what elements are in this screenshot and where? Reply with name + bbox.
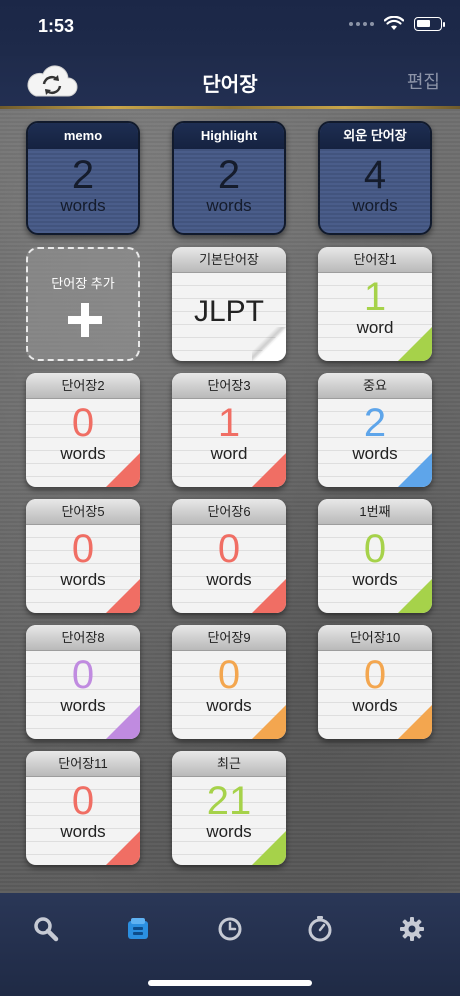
tile-content: JLPT [193,295,265,328]
tile-unit: word [210,444,248,463]
battery-icon [414,17,445,31]
tile-unit: words [60,822,106,841]
tile-unit: words [60,444,106,463]
word-list-grid: memo 2 words Highlight 2 words 외운 단어장 4 … [26,121,432,865]
tile-title: 단어장9 [172,625,286,651]
status-icons [349,16,445,32]
tile-count: 0 [363,527,387,571]
word-list-tile[interactable]: 단어장8 0 words [26,625,140,739]
tab-timer[interactable] [306,915,334,943]
tile-title: 단어장2 [26,373,140,399]
tile-title: 단어장10 [318,625,432,651]
tile-count: 21 [206,779,252,823]
tile-count: 4 [363,153,387,197]
tile-title: 단어장3 [172,373,286,399]
highlight-list-tile[interactable]: Highlight 2 words [172,121,286,235]
word-list-tile[interactable]: 단어장11 0 words [26,751,140,865]
tab-settings[interactable] [398,915,426,943]
default-list-tile[interactable]: 기본단어장 JLPT [172,247,286,361]
plus-icon [68,303,102,337]
tile-title: 중요 [318,373,432,399]
tile-count: 0 [71,401,95,445]
edit-button[interactable]: 편집 [407,68,440,94]
tile-count: 1 [217,401,241,445]
recent-list-tile[interactable]: 최근 21 words [172,751,286,865]
tile-unit: words [206,196,252,215]
search-icon [34,917,59,942]
cellular-signal-icon [349,22,374,26]
status-bar: 1:53 [0,0,460,56]
tile-unit: words [60,696,106,715]
tile-title: 단어장5 [26,499,140,525]
word-list-tile[interactable]: 단어장5 0 words [26,499,140,613]
page-title: 단어장 [202,74,258,96]
tile-count: 2 [363,401,387,445]
tile-title: 단어장1 [318,247,432,273]
word-list-tile[interactable]: 단어장1 1 word [318,247,432,361]
word-list-icon [128,918,148,939]
tile-unit: words [352,196,398,215]
add-list-label: 단어장 추가 [51,276,115,291]
tile-count: 0 [217,653,241,697]
tile-count: 2 [71,153,95,197]
tile-unit: words [206,822,252,841]
tile-title: 외운 단어장 [320,123,430,149]
tile-count: 0 [71,779,95,823]
add-list-button[interactable]: 단어장 추가 [26,247,140,361]
tile-count: 1 [363,275,387,319]
status-time: 1:53 [38,16,75,36]
timer-icon [308,916,332,942]
tile-unit: words [60,196,106,215]
tile-unit: word [356,318,394,337]
tab-word-lists[interactable] [124,915,152,943]
tile-unit: words [206,696,252,715]
tile-unit: words [352,696,398,715]
word-list-tile[interactable]: 1번째 0 words [318,499,432,613]
home-indicator [148,980,312,986]
tile-count: 0 [71,653,95,697]
word-list-tile[interactable]: 단어장6 0 words [172,499,286,613]
tile-count: 0 [217,527,241,571]
wifi-icon [384,16,404,30]
tile-count: 2 [217,153,241,197]
tile-title: 기본단어장 [172,247,286,273]
tile-title: Highlight [174,123,284,149]
tile-title: 1번째 [318,499,432,525]
word-list-grid-area: memo 2 words Highlight 2 words 외운 단어장 4 … [0,109,460,893]
tile-title: 단어장8 [26,625,140,651]
history-clock-icon [218,917,242,941]
tile-title: memo [28,123,138,149]
tab-history[interactable] [216,915,244,943]
tile-count: 0 [363,653,387,697]
tile-unit: words [352,444,398,463]
navigation-bar: 단어장 편집 [0,56,460,109]
tile-unit: words [206,570,252,589]
tile-unit: words [352,570,398,589]
memo-list-tile[interactable]: memo 2 words [26,121,140,235]
tile-title: 단어장11 [26,751,140,777]
word-list-tile[interactable]: 단어장10 0 words [318,625,432,739]
battery-fill [417,20,430,27]
tile-unit: words [60,570,106,589]
memorized-list-tile[interactable]: 외운 단어장 4 words [318,121,432,235]
gear-icon [400,917,424,941]
tab-search[interactable] [32,915,60,943]
word-list-tile[interactable]: 단어장3 1 word [172,373,286,487]
tile-title: 최근 [172,751,286,777]
tile-count: 0 [71,527,95,571]
word-list-tile[interactable]: 중요 2 words [318,373,432,487]
tile-title: 단어장6 [172,499,286,525]
word-list-tile[interactable]: 단어장9 0 words [172,625,286,739]
word-list-tile[interactable]: 단어장2 0 words [26,373,140,487]
